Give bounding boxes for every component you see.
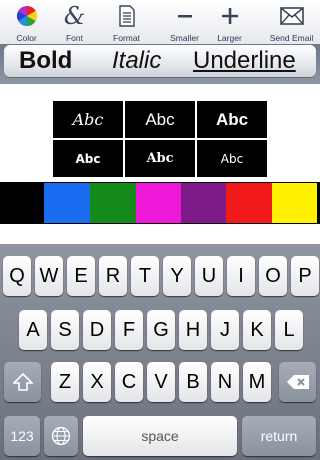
envelope-icon [265, 3, 318, 29]
color-swatch-yellow[interactable] [272, 183, 317, 223]
globe-key[interactable] [44, 416, 78, 456]
larger-label: Larger [217, 33, 242, 43]
key-e[interactable]: E [67, 256, 95, 296]
delete-key[interactable] [279, 362, 316, 402]
color-swatch-magenta[interactable] [136, 183, 181, 223]
key-s[interactable]: S [51, 310, 79, 350]
return-key[interactable]: return [242, 416, 316, 456]
key-g[interactable]: G [147, 310, 175, 350]
color-wheel-icon [0, 3, 53, 29]
color-swatch-purple[interactable] [181, 183, 226, 223]
globe-icon [51, 426, 71, 446]
numbers-key[interactable]: 123 [4, 416, 40, 456]
font-option-sans-bold[interactable]: Abc [197, 101, 267, 138]
font-picker: Abc Abc Abc Abc Abc Abc [53, 101, 270, 179]
key-q[interactable]: Q [3, 256, 31, 296]
shift-key[interactable] [4, 362, 41, 402]
larger-button[interactable]: Larger [203, 0, 256, 44]
color-button[interactable]: Color [0, 0, 53, 44]
key-c[interactable]: C [115, 362, 143, 402]
backspace-icon [286, 375, 309, 389]
font-button[interactable]: & Font [48, 0, 101, 44]
key-b[interactable]: B [179, 362, 207, 402]
key-t[interactable]: T [131, 256, 159, 296]
color-swatch-black[interactable] [0, 183, 44, 223]
color-label: Color [16, 33, 37, 43]
key-i[interactable]: I [227, 256, 255, 296]
bold-button[interactable]: Bold [19, 47, 72, 75]
style-bar: Bold Italic Underline [0, 44, 320, 84]
font-option-sans-small[interactable]: Abc [197, 140, 267, 177]
color-swatch-green[interactable] [90, 183, 136, 223]
color-swatch-red[interactable] [226, 183, 272, 223]
send-email-label: Send Email [269, 33, 314, 43]
italic-button[interactable]: Italic [112, 47, 161, 75]
send-email-button[interactable]: Send Email [265, 0, 318, 44]
font-label: Font [65, 33, 83, 43]
key-f[interactable]: F [115, 310, 143, 350]
key-o[interactable]: O [259, 256, 287, 296]
underline-button[interactable]: Underline [193, 47, 296, 75]
style-segmented-control: Bold Italic Underline [4, 45, 316, 77]
keyboard: QWERTYUIOP ASDFGHJKL ZXCVBNM 123 space r… [0, 244, 320, 460]
font-option-script[interactable]: Abc [53, 101, 123, 138]
key-x[interactable]: X [83, 362, 111, 402]
format-label: Format [113, 33, 140, 43]
format-button[interactable]: Format [100, 0, 153, 44]
key-m[interactable]: M [243, 362, 271, 402]
key-v[interactable]: V [147, 362, 175, 402]
font-option-bold-small[interactable]: Abc [53, 140, 123, 177]
key-h[interactable]: H [179, 310, 207, 350]
font-option-sans[interactable]: Abc [125, 101, 195, 138]
shift-arrow-icon [12, 373, 33, 391]
key-y[interactable]: Y [163, 256, 191, 296]
key-w[interactable]: W [35, 256, 63, 296]
key-d[interactable]: D [83, 310, 111, 350]
document-icon [100, 3, 153, 29]
key-u[interactable]: U [195, 256, 223, 296]
key-p[interactable]: P [291, 256, 319, 296]
color-strip [0, 182, 320, 224]
key-j[interactable]: J [211, 310, 239, 350]
key-r[interactable]: R [99, 256, 127, 296]
key-l[interactable]: L [275, 310, 303, 350]
key-a[interactable]: A [19, 310, 47, 350]
ampersand-icon: & [63, 2, 86, 30]
font-option-serif-bold[interactable]: Abc [125, 140, 195, 177]
color-swatch-blue[interactable] [44, 183, 90, 223]
space-key[interactable]: space [83, 416, 237, 456]
key-n[interactable]: N [211, 362, 239, 402]
key-k[interactable]: K [243, 310, 271, 350]
key-z[interactable]: Z [51, 362, 79, 402]
plus-icon [203, 3, 256, 29]
toolbar: Color & Font Format Smaller Larger Send … [0, 0, 320, 44]
